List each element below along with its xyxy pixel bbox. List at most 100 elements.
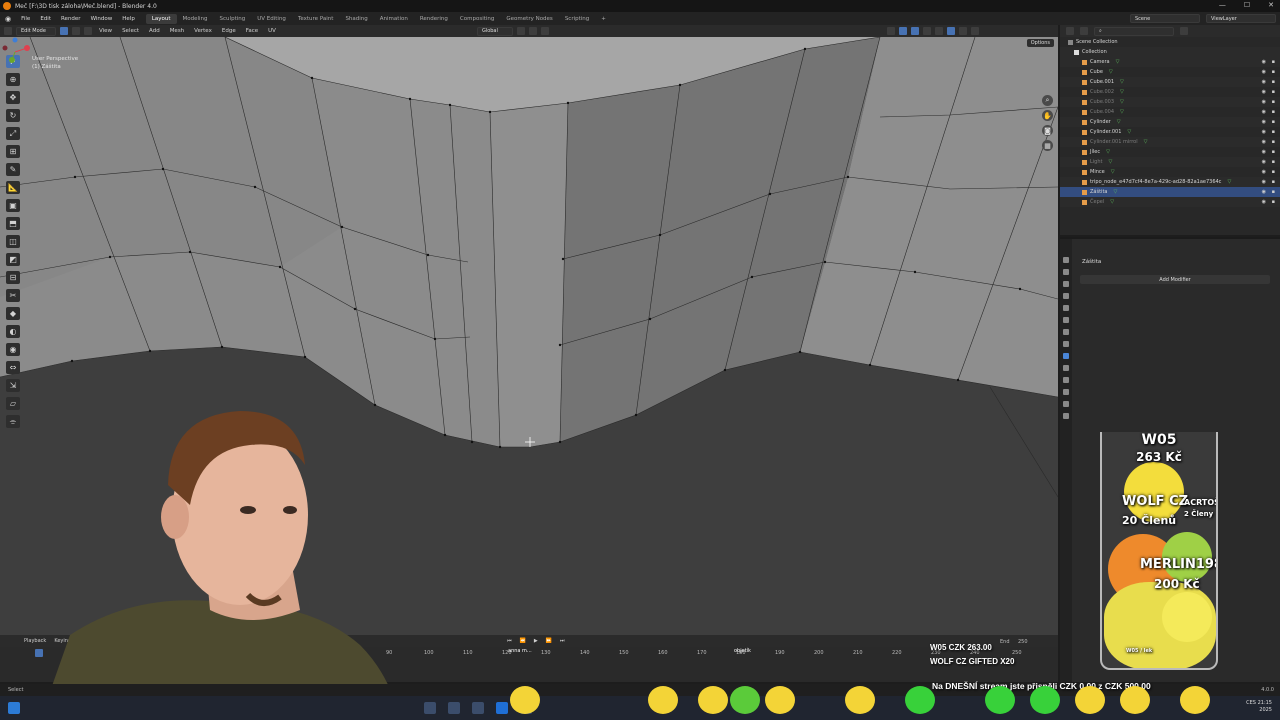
menu-edit[interactable]: Edit xyxy=(35,16,56,22)
xray-button[interactable] xyxy=(922,27,931,35)
add-workspace-button[interactable]: + xyxy=(595,14,612,24)
visibility-eye-icon[interactable]: ◉ xyxy=(1262,99,1266,105)
navigation-gizmo[interactable] xyxy=(0,37,30,67)
taskbar-app-icon[interactable] xyxy=(472,702,484,714)
physics-tab-icon[interactable] xyxy=(1063,377,1069,383)
outliner-editor-type-button[interactable] xyxy=(1066,27,1074,35)
visibility-eye-icon[interactable]: ◉ xyxy=(1262,139,1266,145)
maximize-button[interactable]: ☐ xyxy=(1244,1,1250,9)
outliner-item[interactable]: tripo_node_e47d7cf4-8e7a-429c-ad28-82a1a… xyxy=(1060,177,1280,187)
orientation-select[interactable]: Global xyxy=(476,26,513,36)
visibility-eye-icon[interactable]: ◉ xyxy=(1262,69,1266,75)
close-button[interactable]: ✕ xyxy=(1268,1,1274,9)
modifier-tab-icon[interactable] xyxy=(1063,353,1069,359)
editor-type-button[interactable] xyxy=(4,27,12,35)
gizmo-toggle-button[interactable] xyxy=(898,27,907,35)
outliner-item[interactable]: Mince ▽ ◉ ▪ xyxy=(1060,167,1280,177)
outliner-item[interactable]: Čepel ▽ ◉ ▪ xyxy=(1060,197,1280,207)
render-camera-icon[interactable]: ▪ xyxy=(1272,189,1275,195)
data-tab-icon[interactable] xyxy=(1063,401,1069,407)
loop-cut-tool-icon[interactable]: ⊟ xyxy=(6,271,20,284)
outliner-search-input[interactable]: ⌕ xyxy=(1094,26,1174,36)
particles-tab-icon[interactable] xyxy=(1063,365,1069,371)
visibility-eye-icon[interactable]: ◉ xyxy=(1262,89,1266,95)
render-camera-icon[interactable]: ▪ xyxy=(1272,159,1275,165)
tab-uv-editing[interactable]: UV Editing xyxy=(251,14,292,24)
measure-tool-icon[interactable]: 📐 xyxy=(6,181,20,194)
windows-start-icon[interactable] xyxy=(8,702,20,714)
edge-slide-tool-icon[interactable]: ⇔ xyxy=(6,361,20,374)
render-camera-icon[interactable]: ▪ xyxy=(1272,69,1275,75)
end-value[interactable]: 250 xyxy=(1018,639,1028,645)
display-mode-button[interactable] xyxy=(1080,27,1088,35)
inset-tool-icon[interactable]: ◫ xyxy=(6,235,20,248)
visibility-eye-icon[interactable]: ◉ xyxy=(1262,119,1266,125)
tab-rendering[interactable]: Rendering xyxy=(414,14,454,24)
menu-help[interactable]: Help xyxy=(117,16,140,22)
menu-window[interactable]: Window xyxy=(86,16,118,22)
menu-vertex[interactable]: Vertex xyxy=(191,28,215,34)
tab-animation[interactable]: Animation xyxy=(374,14,414,24)
menu-file[interactable]: File xyxy=(16,16,35,22)
jump-start-icon[interactable]: ⏮ xyxy=(507,638,512,644)
menu-view[interactable]: View xyxy=(96,28,115,34)
render-camera-icon[interactable]: ▪ xyxy=(1272,59,1275,65)
camera-view-icon[interactable]: ◙ xyxy=(1042,125,1053,136)
tab-sculpting[interactable]: Sculpting xyxy=(214,14,252,24)
tab-modeling[interactable]: Modeling xyxy=(177,14,214,24)
visibility-eye-icon[interactable]: ◉ xyxy=(1262,159,1266,165)
shrink-tool-icon[interactable]: ⇲ xyxy=(6,379,20,392)
smooth-tool-icon[interactable]: ◉ xyxy=(6,343,20,356)
tab-shading[interactable]: Shading xyxy=(339,14,373,24)
step-forward-icon[interactable]: ⏩ xyxy=(546,638,552,644)
world-tab-icon[interactable] xyxy=(1063,317,1069,323)
render-camera-icon[interactable]: ▪ xyxy=(1272,139,1275,145)
snap-button[interactable] xyxy=(528,27,537,35)
render-camera-icon[interactable]: ▪ xyxy=(1272,199,1275,205)
tab-geometry-nodes[interactable]: Geometry Nodes xyxy=(500,14,558,24)
shading-rendered-button[interactable] xyxy=(970,27,979,35)
shading-wire-button[interactable] xyxy=(934,27,943,35)
outliner-item[interactable]: Cube.003 ▽ ◉ ▪ xyxy=(1060,97,1280,107)
taskbar-app-icon[interactable] xyxy=(424,702,436,714)
blender-menu-icon[interactable]: ◉ xyxy=(0,15,16,23)
move-tool-icon[interactable]: ✥ xyxy=(6,91,20,104)
proportional-edit-button[interactable] xyxy=(540,27,549,35)
render-camera-icon[interactable]: ▪ xyxy=(1272,99,1275,105)
options-button[interactable]: Options xyxy=(1026,39,1054,47)
outliner-item[interactable]: Cylinder.001 ▽ ◉ ▪ xyxy=(1060,127,1280,137)
visibility-eye-icon[interactable]: ◉ xyxy=(1262,179,1266,185)
output-tab-icon[interactable] xyxy=(1063,281,1069,287)
render-camera-icon[interactable]: ▪ xyxy=(1272,179,1275,185)
annotate-tool-icon[interactable]: ✎ xyxy=(6,163,20,176)
jump-end-icon[interactable]: ⏭ xyxy=(560,638,565,644)
render-tab-icon[interactable] xyxy=(1063,269,1069,275)
outliner-item[interactable]: Cube ▽ ◉ ▪ xyxy=(1060,67,1280,77)
extrude-tool-icon[interactable]: ⬒ xyxy=(6,217,20,230)
visibility-eye-icon[interactable]: ◉ xyxy=(1262,149,1266,155)
collection-tab-icon[interactable] xyxy=(1063,329,1069,335)
render-camera-icon[interactable]: ▪ xyxy=(1272,109,1275,115)
menu-mesh[interactable]: Mesh xyxy=(167,28,187,34)
perspective-toggle-icon[interactable]: ▦ xyxy=(1042,140,1053,151)
outliner-item[interactable]: Cube.001 ▽ ◉ ▪ xyxy=(1060,77,1280,87)
visibility-eye-icon[interactable]: ◉ xyxy=(1262,199,1266,205)
outliner-item[interactable]: Záštita ▽ ◉ ▪ xyxy=(1060,187,1280,197)
overlay-toggle-button[interactable] xyxy=(910,27,919,35)
play-icon[interactable]: ▶ xyxy=(534,638,538,644)
visibility-eye-icon[interactable]: ◉ xyxy=(1262,189,1266,195)
visibility-eye-icon[interactable]: ◉ xyxy=(1262,59,1266,65)
outliner-item[interactable]: Cylinder ▽ ◉ ▪ xyxy=(1060,117,1280,127)
pan-hand-icon[interactable]: ✋ xyxy=(1042,110,1053,121)
render-camera-icon[interactable]: ▪ xyxy=(1272,89,1275,95)
scene-collection-row[interactable]: Scene Collection xyxy=(1060,37,1280,47)
view-layer-field[interactable]: ViewLayer xyxy=(1206,14,1276,23)
pivot-button[interactable] xyxy=(516,27,525,35)
add-cube-tool-icon[interactable]: ▣ xyxy=(6,199,20,212)
render-camera-icon[interactable]: ▪ xyxy=(1272,169,1275,175)
render-camera-icon[interactable]: ▪ xyxy=(1272,149,1275,155)
outliner-item[interactable]: Jílec ▽ ◉ ▪ xyxy=(1060,147,1280,157)
tab-scripting[interactable]: Scripting xyxy=(559,14,595,24)
shading-material-button[interactable] xyxy=(958,27,967,35)
bevel-tool-icon[interactable]: ◩ xyxy=(6,253,20,266)
